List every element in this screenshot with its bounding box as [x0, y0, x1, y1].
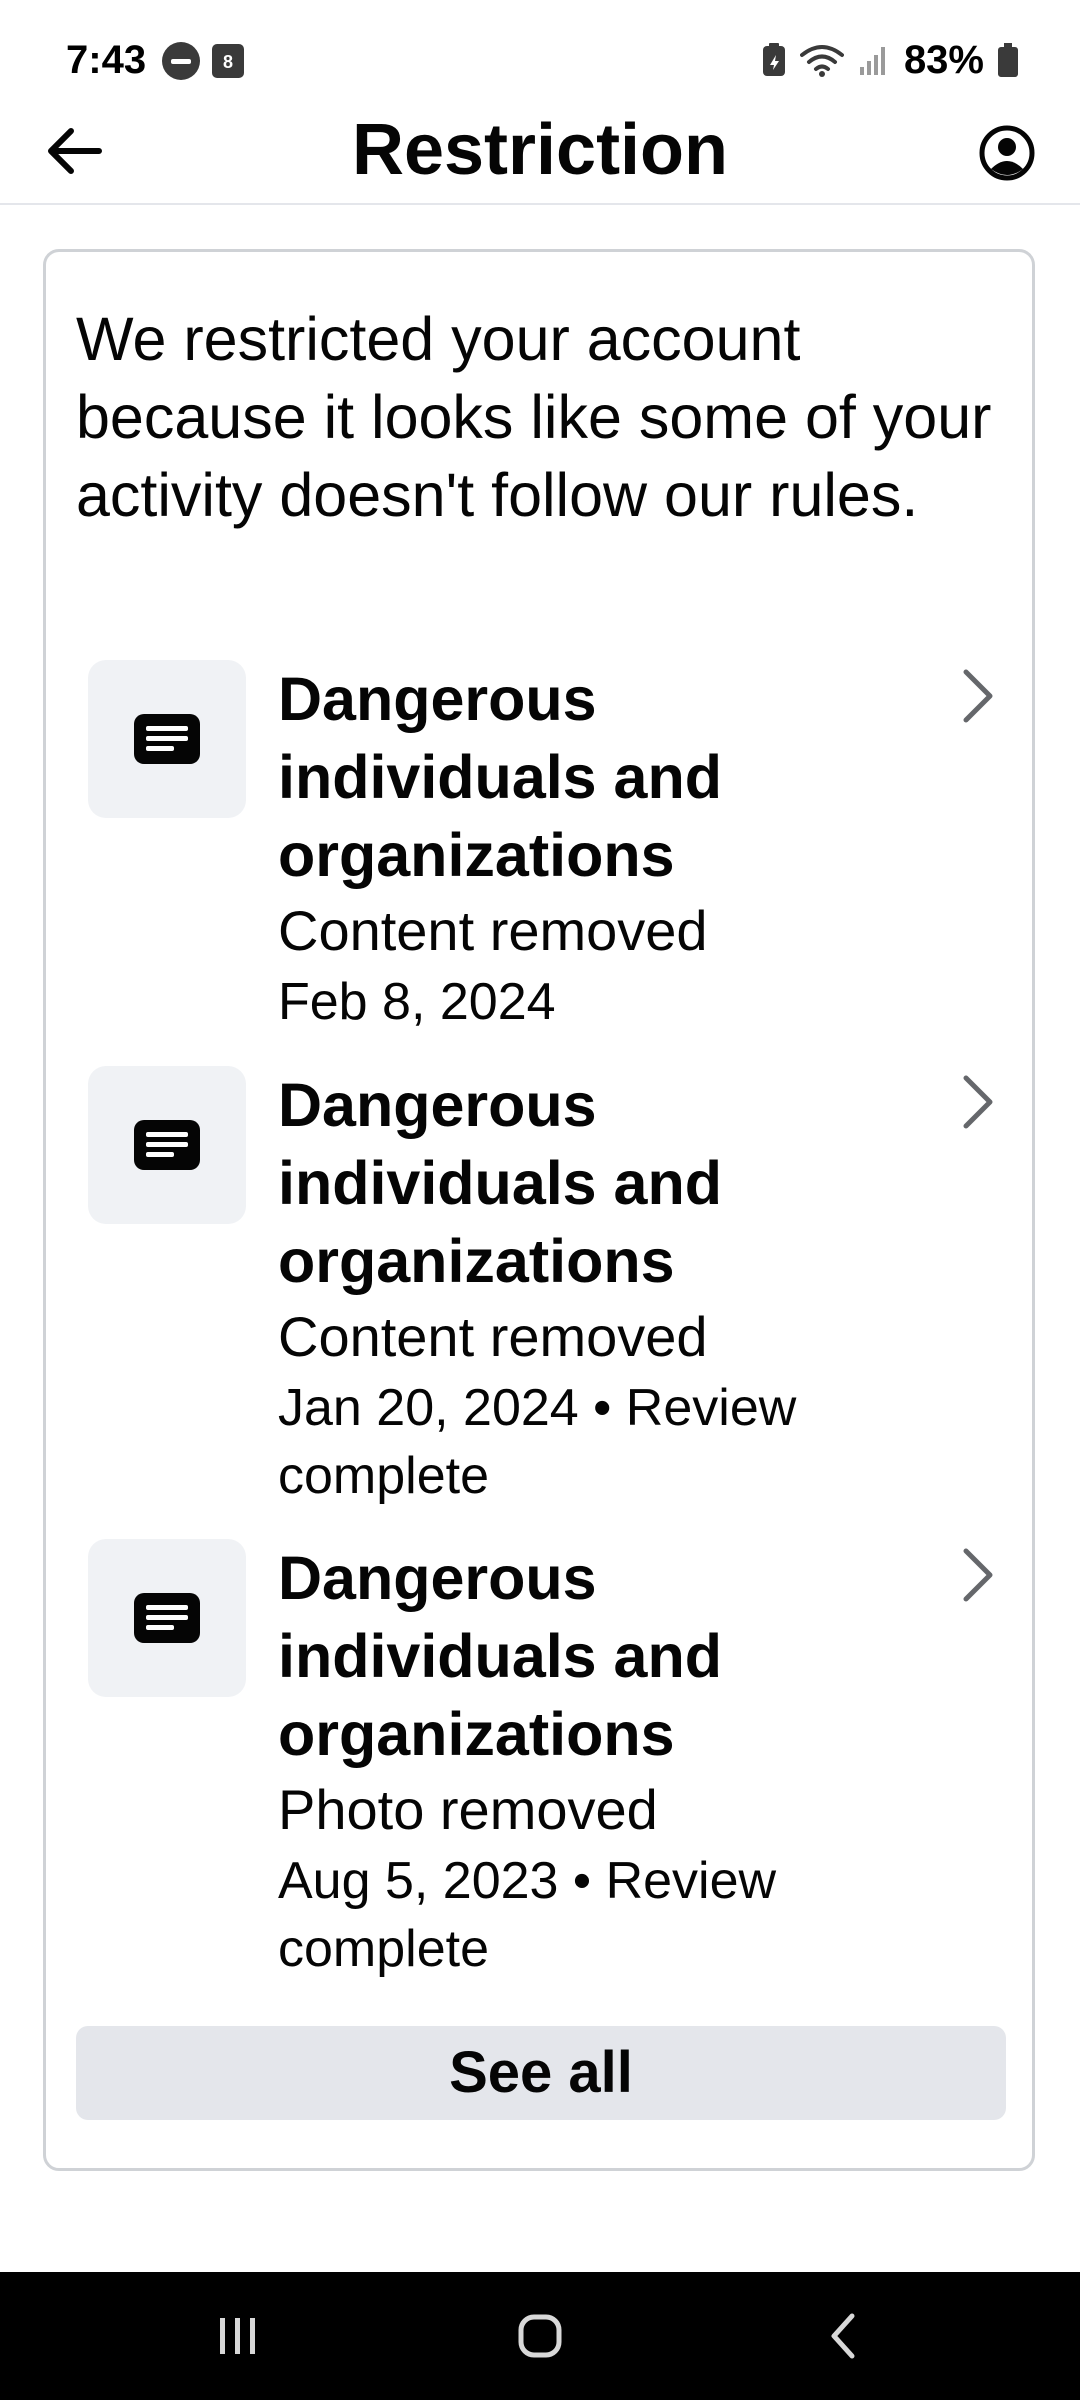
violation-status: Photo removed — [278, 1778, 658, 1841]
chevron-right-icon — [948, 1072, 1008, 1132]
profile-button[interactable] — [974, 120, 1040, 186]
violation-title: Dangerous individuals and organizations — [278, 665, 723, 889]
post-icon — [134, 1120, 200, 1170]
violation-date: Aug 5, 2023 • Review complete — [278, 1852, 777, 1978]
home-icon — [518, 2314, 562, 2358]
violation-status: Content removed — [278, 899, 708, 962]
home-button[interactable] — [500, 2296, 580, 2376]
status-time: 7:43 — [66, 38, 147, 82]
top-app-bar: Restriction — [0, 100, 1080, 205]
recents-icon — [220, 2318, 255, 2354]
system-nav-bar — [0, 2272, 1080, 2400]
nav-back-icon — [831, 2313, 855, 2359]
page-title: Restriction — [351, 110, 729, 190]
post-icon — [134, 1593, 200, 1643]
violation-item[interactable]: Dangerous individuals and organizations … — [88, 660, 1008, 1031]
post-thumbnail — [88, 1066, 246, 1224]
see-all-button[interactable]: See all — [76, 2026, 1006, 2120]
post-icon — [134, 714, 200, 764]
restriction-intro: We restricted your account because it lo… — [76, 305, 992, 529]
battery-percent: 83% — [903, 37, 984, 82]
violation-item[interactable]: Dangerous individuals and organizations … — [88, 1539, 1008, 1979]
nav-back-button[interactable] — [802, 2296, 882, 2376]
post-thumbnail — [88, 1539, 246, 1697]
violation-text: Dangerous individuals and organizations … — [278, 1066, 898, 1510]
violation-date: Feb 8, 2024 — [278, 973, 556, 1031]
status-bar: 7:43 8 83% — [0, 0, 1080, 100]
signal-icon — [858, 43, 890, 77]
post-thumbnail — [88, 660, 246, 818]
violation-date: Jan 20, 2024 • Review complete — [278, 1379, 797, 1505]
chevron-right-icon — [948, 1545, 1008, 1605]
wifi-icon — [799, 43, 844, 77]
chevron-right-icon — [948, 666, 1008, 726]
violation-text: Dangerous individuals and organizations … — [278, 660, 898, 1036]
violation-item[interactable]: Dangerous individuals and organizations … — [88, 1066, 1008, 1506]
calendar-icon: 8 — [212, 44, 244, 78]
account-circle-icon — [979, 125, 1035, 181]
violation-title: Dangerous individuals and organizations — [278, 1544, 723, 1768]
violation-text: Dangerous individuals and organizations … — [278, 1539, 898, 1983]
recents-button[interactable] — [198, 2296, 278, 2376]
do-not-disturb-icon — [162, 42, 200, 80]
status-notification-icons: 8 — [162, 42, 244, 80]
violation-title: Dangerous individuals and organizations — [278, 1071, 723, 1295]
restriction-card: We restricted your account because it lo… — [43, 249, 1035, 2171]
status-system-icons: 83% — [762, 32, 1018, 88]
violation-status: Content removed — [278, 1305, 708, 1368]
battery-icon — [998, 43, 1018, 77]
phone-battery-share-icon — [762, 43, 786, 77]
